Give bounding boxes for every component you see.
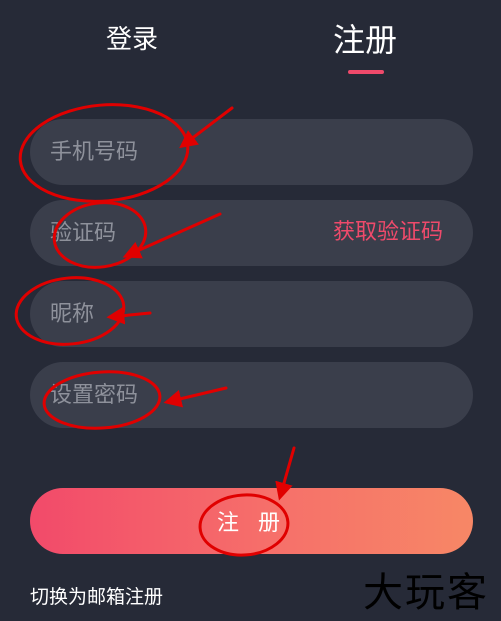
phone-field	[30, 119, 473, 185]
nickname-field	[30, 281, 473, 347]
watermark-logo: 大玩客	[363, 570, 489, 616]
phone-input[interactable]	[30, 119, 473, 185]
code-field: 获取验证码	[30, 200, 473, 266]
register-screen: 登录 注册 获取验证码 注 册 切换为邮箱注册 大玩客	[0, 0, 501, 621]
password-field	[30, 362, 473, 428]
get-code-button[interactable]: 获取验证码	[333, 200, 443, 266]
register-button[interactable]: 注 册	[30, 488, 473, 554]
switch-to-email-link[interactable]: 切换为邮箱注册	[30, 582, 163, 609]
nickname-input[interactable]	[30, 281, 473, 347]
tab-login[interactable]: 登录	[106, 18, 158, 62]
active-tab-indicator	[348, 70, 384, 74]
password-input[interactable]	[30, 362, 473, 428]
tab-register[interactable]: 注册	[333, 18, 397, 62]
